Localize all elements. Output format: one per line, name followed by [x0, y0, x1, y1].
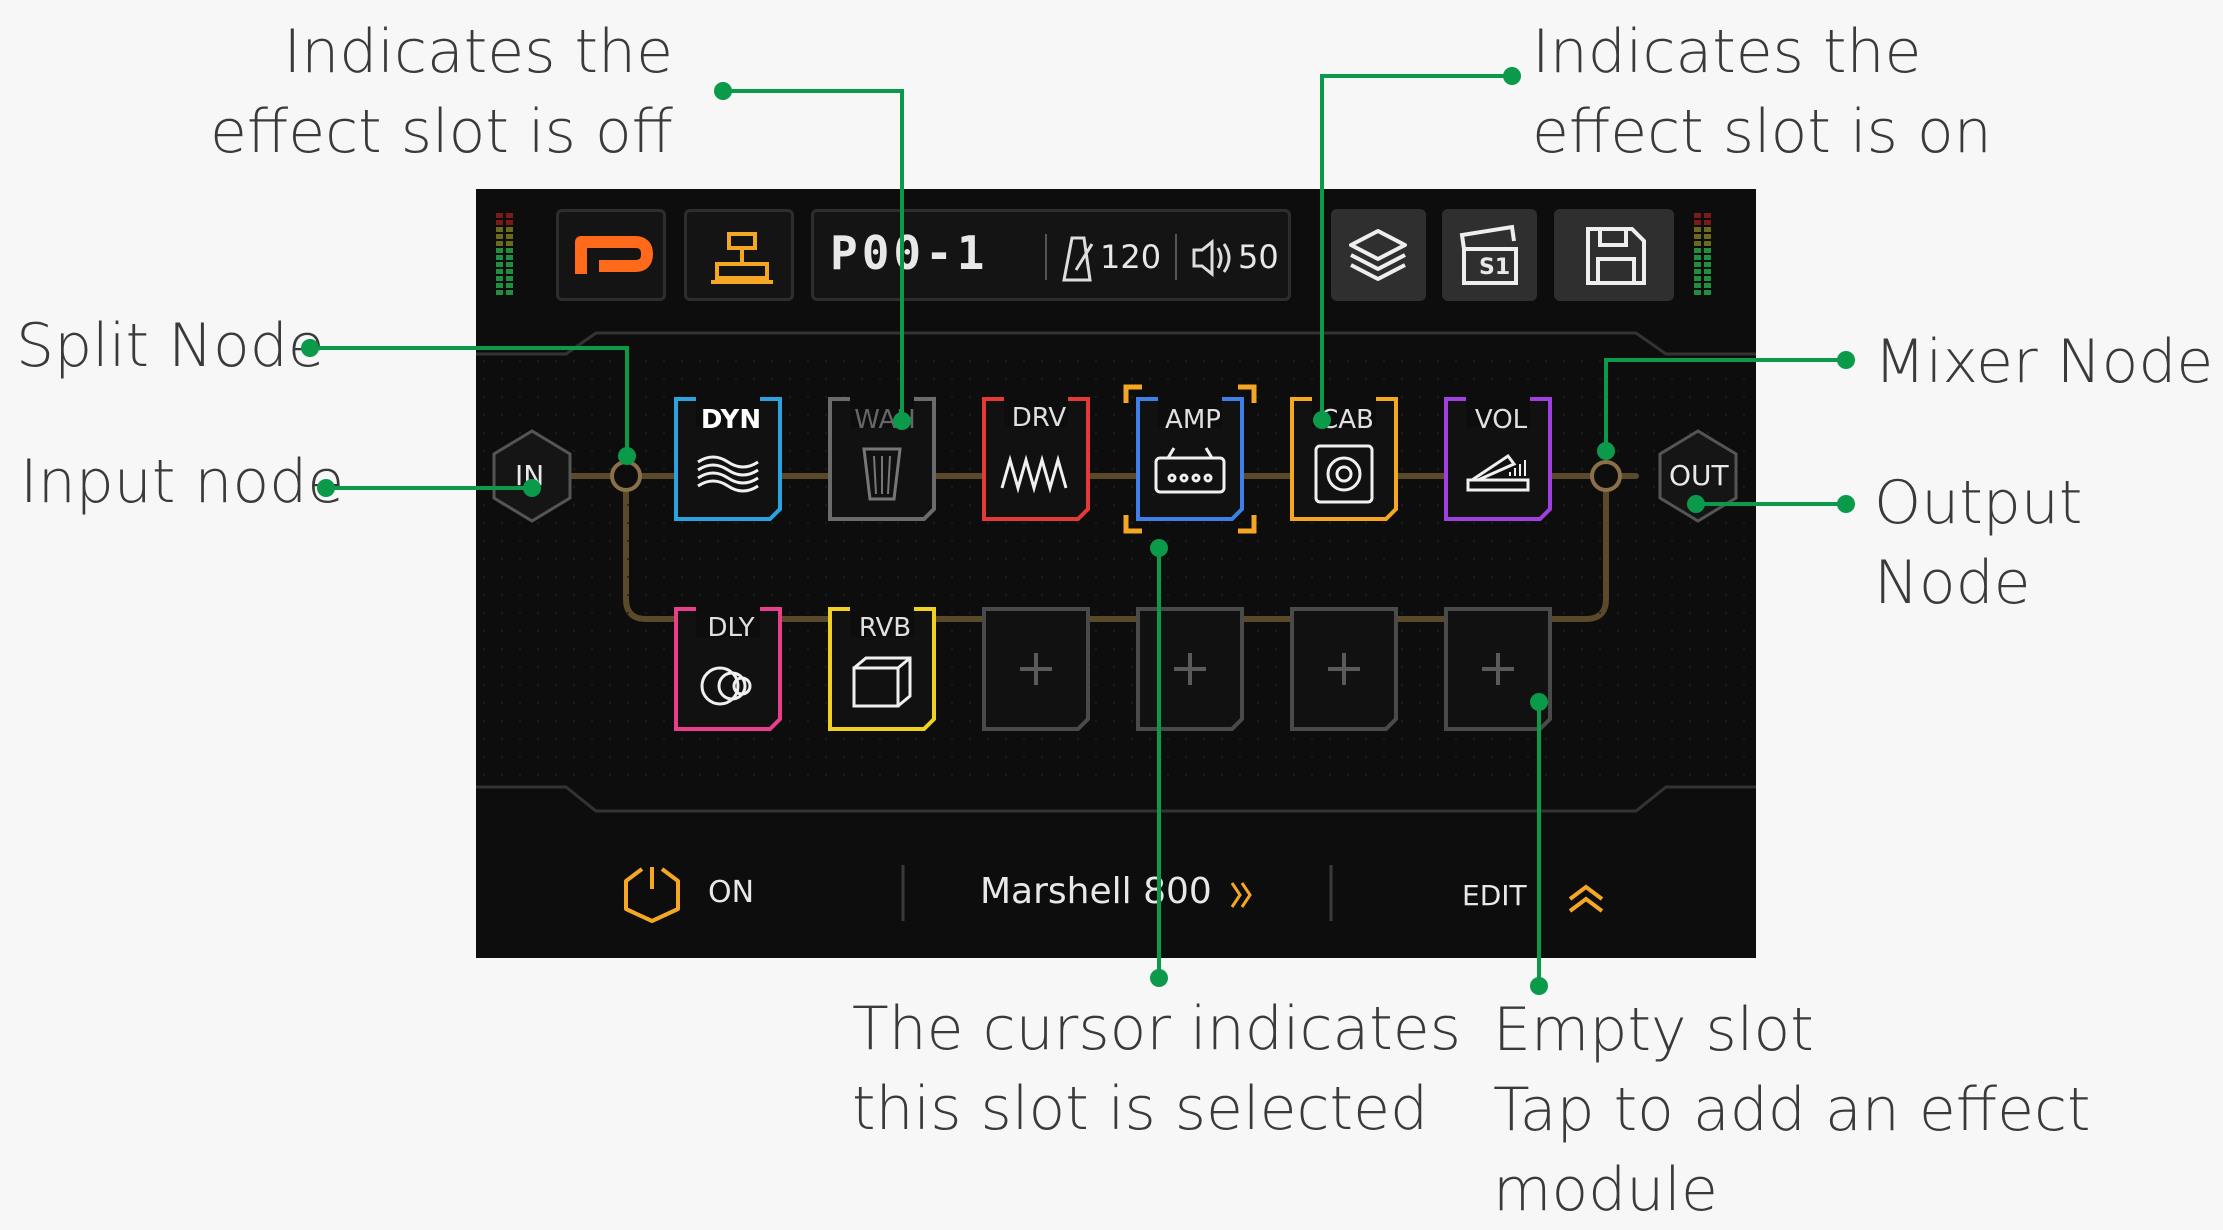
annotation-empty-slot: Empty slot Tap to add an effect module [1493, 995, 2091, 1225]
annotation-cursor: The cursor indicates this slot is select… [852, 994, 1461, 1144]
footer-layer [624, 865, 1604, 923]
chevron-up-icon [1568, 884, 1604, 913]
annotation-split-node: Split Node [16, 311, 325, 381]
annotation-effect-off: Indicates the effect slot is off [209, 17, 673, 167]
module-name[interactable]: Marshell 800 [980, 871, 1212, 912]
device-screen: P00-1 120 50 S1 IN OUT DYN WAH DRV AMP C… [476, 189, 1756, 958]
power-icon [624, 867, 680, 923]
edit-button[interactable]: EDIT [1462, 879, 1527, 912]
annotation-output-node: Output Node [1874, 468, 2083, 618]
annotation-effect-on: Indicates the effect slot is on [1532, 17, 1992, 167]
annotation-input-node: Input node [20, 447, 345, 517]
annotation-mixer-node: Mixer Node [1874, 327, 2214, 397]
chevron-right-icon [1230, 882, 1252, 908]
power-toggle-label[interactable]: ON [708, 875, 754, 910]
